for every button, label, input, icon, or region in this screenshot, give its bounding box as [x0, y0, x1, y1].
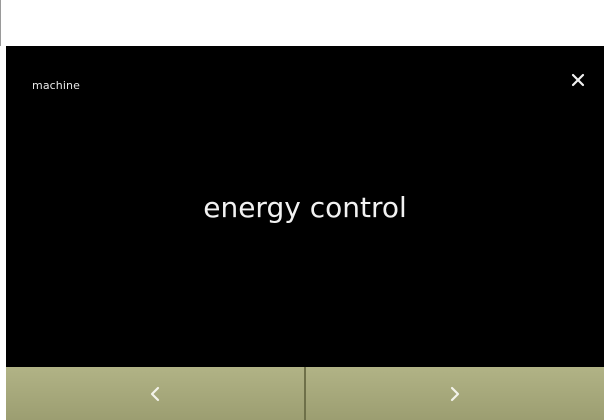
chevron-left-icon [147, 384, 163, 404]
previous-button[interactable] [6, 367, 304, 420]
page: machine energy control [0, 0, 604, 420]
navigation-bar [6, 367, 604, 420]
left-border-line [0, 0, 1, 46]
chevron-right-icon [447, 384, 463, 404]
next-button[interactable] [306, 367, 604, 420]
breadcrumb: machine [32, 79, 80, 92]
page-title: energy control [203, 191, 407, 224]
close-icon[interactable] [568, 70, 588, 90]
machine-display: machine energy control [6, 46, 604, 420]
